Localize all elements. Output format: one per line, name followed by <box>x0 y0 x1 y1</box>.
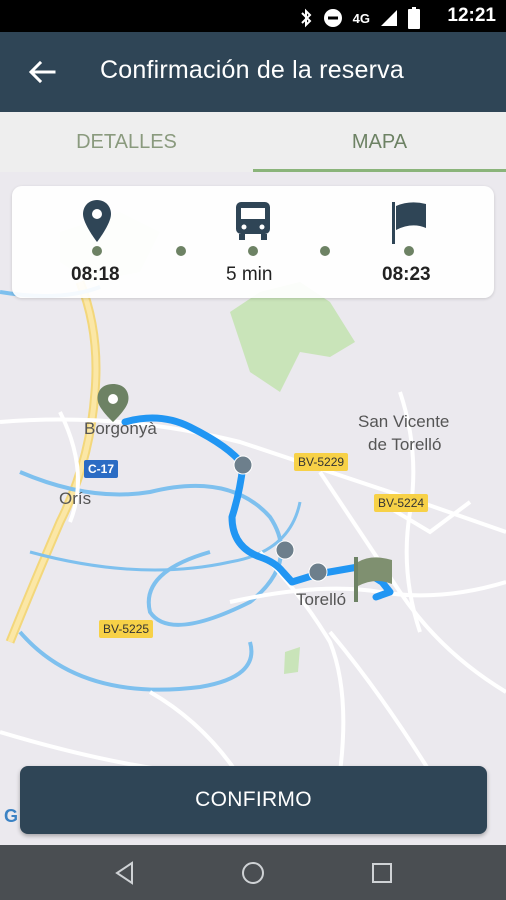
route-dot <box>176 246 186 256</box>
app-bar: Confirmación de la reserva <box>0 32 506 112</box>
battery-icon <box>408 7 420 29</box>
status-icons: 4G <box>299 7 420 29</box>
flag-icon <box>392 202 426 244</box>
tab-detalles[interactable]: DETALLES <box>0 112 253 172</box>
route-dot <box>248 246 258 256</box>
network-type: 4G <box>352 10 370 26</box>
do-not-disturb-icon <box>323 9 342 27</box>
route-stop-marker <box>275 540 295 560</box>
location-pin-icon <box>83 200 111 242</box>
map-place-label: de Torelló <box>368 435 442 454</box>
tab-mapa[interactable]: MAPA <box>253 112 506 172</box>
route-summary-card: 08:18 5 min 08:23 <box>12 186 494 298</box>
road-badge: BV-5224 <box>374 494 429 512</box>
map-place-label: Orís <box>59 489 92 508</box>
bluetooth-icon <box>300 8 312 28</box>
origin-pin-icon <box>97 384 129 422</box>
route-dot <box>404 246 414 256</box>
route-dot <box>320 246 330 256</box>
status-bar: 4G 12:21 <box>0 0 506 32</box>
road-badge: BV-5229 <box>294 453 349 471</box>
back-triangle-icon[interactable] <box>112 860 138 886</box>
route-stop-marker <box>308 562 328 582</box>
trip-duration: 5 min <box>226 264 273 285</box>
confirm-button[interactable]: CONFIRMO <box>20 766 487 834</box>
map-place-label: Torelló <box>296 590 347 609</box>
google-attribution: G <box>4 806 19 826</box>
route-stop-marker <box>233 455 253 475</box>
arrival-time: 08:23 <box>382 264 431 285</box>
bus-icon <box>236 202 270 240</box>
tab-bar: DETALLES MAPA <box>0 112 506 172</box>
home-circle-icon[interactable] <box>240 860 266 886</box>
route-dot <box>92 246 102 256</box>
recents-square-icon[interactable] <box>369 860 395 886</box>
system-nav-bar <box>0 845 506 900</box>
road-badge: BV-5225 <box>99 620 154 638</box>
arrow-left-icon[interactable] <box>26 56 58 88</box>
road-badge: C-17 <box>84 460 119 478</box>
signal-icon <box>381 10 397 26</box>
map-place-label: Borgonyà <box>84 419 157 438</box>
map-place-label: San Vicente <box>358 412 450 431</box>
status-time: 12:21 <box>447 5 496 26</box>
departure-time: 08:18 <box>71 264 120 285</box>
page-title: Confirmación de la reserva <box>100 56 404 84</box>
